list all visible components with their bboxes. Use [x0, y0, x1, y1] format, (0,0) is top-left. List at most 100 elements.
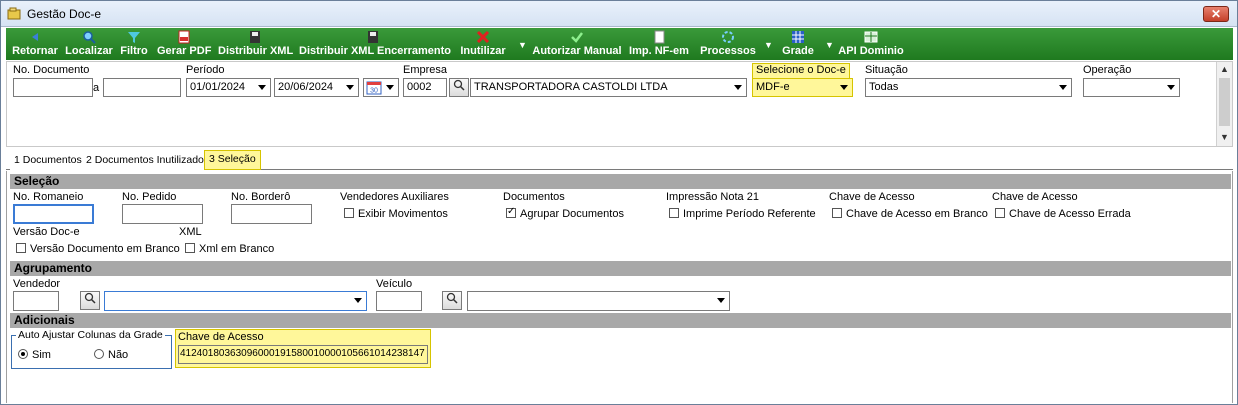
main-window: Gestão Doc-e ✕ Retornar Localizar Filtro…: [0, 0, 1238, 405]
tab-selecao[interactable]: 3 Seleção: [204, 150, 261, 170]
selecao-header: Seleção: [10, 174, 1231, 189]
imprime-periodo-label: Imprime Período Referente: [683, 208, 816, 220]
periodo-end-select[interactable]: 20/06/2024: [274, 78, 359, 97]
vendedor-select[interactable]: [104, 291, 367, 311]
doc-e-select[interactable]: MDF-e: [752, 78, 853, 97]
filtro-button[interactable]: Filtro: [118, 30, 150, 58]
scroll-up-icon[interactable]: ▲: [1220, 64, 1229, 74]
auto-ajustar-label: Auto Ajustar Colunas da Grade: [16, 329, 165, 341]
close-button[interactable]: ✕: [1203, 6, 1229, 22]
gerar-pdf-button[interactable]: Gerar PDF: [157, 30, 211, 58]
tab-documentos[interactable]: 1 Documentos: [10, 152, 87, 170]
inutilizar-label: Inutilizar: [460, 45, 506, 57]
localizar-label: Localizar: [65, 45, 113, 57]
chevron-down-icon: [346, 85, 354, 90]
imp-nf-em-button[interactable]: Imp. NF-em: [629, 30, 689, 58]
processos-dropdown-arrow[interactable]: ▼: [764, 40, 773, 50]
xml-em-branco-checkbox[interactable]: Xml em Branco: [185, 243, 274, 255]
processos-button[interactable]: Processos: [700, 30, 756, 58]
grid-icon: [792, 31, 804, 43]
filter-panel: No. Documento a Período 01/01/2024 20/06…: [6, 61, 1233, 147]
checkbox-box: [832, 208, 842, 218]
selecao-panel: Seleção No. Romaneio No. Pedido No. Bord…: [6, 171, 1233, 403]
chevron-down-icon: [258, 85, 266, 90]
chave-acesso-label-1: Chave de Acesso: [829, 191, 915, 203]
nao-label: Não: [108, 349, 129, 361]
chave-acesso-input[interactable]: 4124018036309600019158001000010566101423…: [178, 345, 428, 364]
scroll-down-icon[interactable]: ▼: [1220, 132, 1229, 142]
periodo-label: Período: [186, 64, 225, 76]
calendar-icon: 30: [366, 81, 382, 95]
api-dominio-button[interactable]: API Dominio: [837, 30, 905, 58]
grade-button[interactable]: Grade: [779, 30, 817, 58]
veiculo-search-button[interactable]: [442, 291, 462, 310]
imprime-periodo-checkbox[interactable]: Imprime Período Referente: [669, 208, 816, 220]
checkbox-box: [669, 208, 679, 218]
vendedor-search-button[interactable]: [80, 291, 100, 310]
vendedor-code-input[interactable]: [13, 291, 59, 311]
versao-em-branco-checkbox[interactable]: Versão Documento em Branco: [16, 243, 180, 255]
doc-e-label: Selecione o Doc-e: [752, 63, 850, 79]
empresa-code-input[interactable]: 0002: [403, 78, 447, 97]
autorizar-manual-label: Autorizar Manual: [532, 45, 622, 57]
gerar-pdf-label: Gerar PDF: [157, 45, 212, 57]
veiculo-select[interactable]: [467, 291, 730, 311]
agrupamento-header: Agrupamento: [10, 261, 1231, 276]
range-separator: a: [93, 82, 100, 94]
veiculo-code-input[interactable]: [376, 291, 422, 311]
scroll-thumb[interactable]: [1219, 78, 1230, 126]
chave-em-branco-checkbox[interactable]: Chave de Acesso em Branco: [832, 208, 988, 220]
empresa-label: Empresa: [403, 64, 448, 76]
no-romaneio-label: No. Romaneio: [13, 191, 84, 203]
chave-errada-checkbox[interactable]: Chave de Acesso Errada: [995, 208, 1131, 220]
agrupar-documentos-checkbox[interactable]: Agrupar Documentos: [506, 206, 624, 220]
period-preset-select[interactable]: 30: [363, 78, 399, 97]
empresa-select[interactable]: TRANSPORTADORA CASTOLDI LTDA: [470, 78, 747, 97]
retornar-button[interactable]: Retornar: [9, 30, 61, 58]
no-documento-from-input[interactable]: [13, 78, 93, 97]
distribuir-xml-encerramento-button[interactable]: Distribuir XML Encerramento: [299, 30, 451, 58]
retornar-label: Retornar: [12, 45, 58, 57]
grade-dropdown-arrow[interactable]: ▼: [825, 40, 834, 50]
green-check-icon: [571, 32, 583, 43]
no-documento-label: No. Documento: [13, 64, 90, 76]
situacao-select[interactable]: Todas: [865, 78, 1072, 97]
no-pedido-input[interactable]: [122, 204, 203, 224]
title-bar: Gestão Doc-e ✕: [1, 1, 1237, 27]
chave-acesso-box: Chave de Acesso 412401803630960001915800…: [175, 329, 431, 368]
floppy-icon: [368, 31, 378, 43]
periodo-start-select[interactable]: 01/01/2024: [186, 78, 271, 97]
no-bordero-input[interactable]: [231, 204, 312, 224]
operacao-label: Operação: [1083, 64, 1132, 76]
chave-acesso-field-label: Chave de Acesso: [178, 331, 264, 343]
xml-label: XML: [179, 226, 202, 238]
filter-scrollbar[interactable]: ▲ ▼: [1216, 62, 1232, 146]
chave-em-branco-label: Chave de Acesso em Branco: [846, 208, 988, 220]
return-arrow-icon: [32, 33, 38, 41]
operacao-select[interactable]: [1083, 78, 1180, 97]
no-documento-to-input[interactable]: [103, 78, 181, 97]
tab-strip: 1 Documentos 2 Documentos Inutilizados 3…: [6, 150, 1233, 170]
chevron-down-icon: [1167, 85, 1175, 90]
chevron-down-icon: [840, 85, 848, 90]
chave-errada-label: Chave de Acesso Errada: [1009, 208, 1131, 220]
checkbox-box: [995, 208, 1005, 218]
nao-radio[interactable]: Não: [94, 349, 128, 361]
search-icon: [446, 292, 458, 304]
tab-documentos-inutilizados[interactable]: 2 Documentos Inutilizados: [82, 152, 215, 170]
localizar-button[interactable]: Localizar: [65, 30, 113, 58]
autorizar-manual-button[interactable]: Autorizar Manual: [531, 30, 623, 58]
sim-label: Sim: [32, 349, 51, 361]
app-icon: [7, 7, 21, 20]
sim-radio[interactable]: Sim: [18, 349, 51, 361]
exibir-movimentos-checkbox[interactable]: Exibir Movimentos: [344, 208, 448, 220]
inutilizar-button[interactable]: Inutilizar: [458, 30, 508, 58]
no-romaneio-input[interactable]: [13, 204, 94, 224]
red-x-icon: [476, 30, 490, 44]
radio-circle: [94, 349, 104, 359]
search-icon: [453, 79, 465, 91]
empresa-search-button[interactable]: [449, 78, 469, 97]
distribuir-xml-label: Distribuir XML: [218, 45, 294, 57]
inutilizar-dropdown-arrow[interactable]: ▼: [518, 40, 527, 50]
distribuir-xml-button[interactable]: Distribuir XML: [218, 30, 294, 58]
